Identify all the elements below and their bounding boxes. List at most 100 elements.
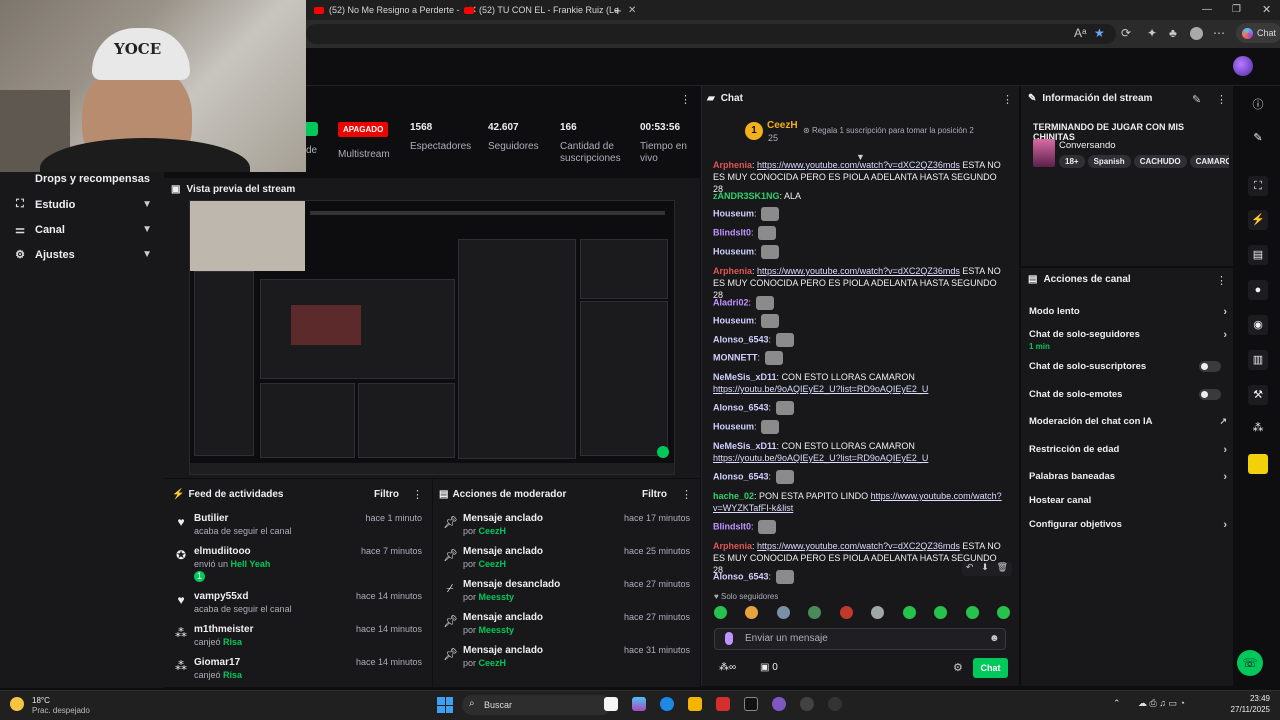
chat-username[interactable]: Houseum [713, 208, 754, 218]
filter-button[interactable]: Filtro [642, 489, 667, 500]
chat-message[interactable]: Alonso_6543: [713, 401, 1003, 415]
chat-username[interactable]: NeMeSis_xD11 [713, 441, 777, 451]
clock-date[interactable]: 27/11/2025 [1222, 705, 1270, 714]
points-icon[interactable]: ⁂ [1249, 421, 1267, 434]
cat-emote-icon[interactable] [775, 401, 794, 415]
emote-icon[interactable] [776, 606, 790, 619]
chat-menu-icon[interactable]: ⋮ [1002, 93, 1013, 106]
stream-category[interactable]: Conversando [1059, 140, 1116, 151]
chat-link[interactable]: https://www.youtube.com/watch?v=dXC2QZ36… [757, 266, 960, 276]
favorite-star-icon[interactable]: ★ [1094, 26, 1105, 40]
edit-icon[interactable]: ✎ [1249, 131, 1267, 144]
tag-badge[interactable]: Spanish [1087, 155, 1131, 168]
obs-icon[interactable] [800, 697, 814, 711]
activity-user[interactable]: Butilier [194, 513, 228, 524]
copilot-chat-button[interactable]: Chat [1236, 23, 1280, 43]
sidebar-item-estudio[interactable]: ⛶ Estudio ▼ [14, 198, 152, 211]
chat-username[interactable]: NeMeSis_xD11 [713, 372, 777, 382]
chat-message[interactable]: Blindslt0: [713, 520, 1003, 534]
activity-user[interactable]: vampy55xd [194, 591, 248, 602]
chat-message[interactable]: Aladri02: [713, 296, 1003, 310]
action-followers-only[interactable]: Chat de solo-seguidores 1 min › [1029, 329, 1227, 351]
toggle-switch[interactable] [1199, 389, 1221, 400]
cat-emote-icon[interactable] [775, 570, 794, 584]
category-box-art[interactable] [1033, 139, 1055, 167]
url-field[interactable] [306, 24, 1116, 44]
cat-emote-icon[interactable] [755, 296, 774, 310]
tag-badge[interactable]: CACHUDO [1133, 155, 1187, 168]
profile-icon[interactable] [1190, 27, 1203, 40]
new-tab-button[interactable]: + [606, 0, 630, 20]
app-dark-icon[interactable] [744, 697, 758, 711]
chat-username[interactable]: Arphenia [713, 266, 752, 276]
chat-username[interactable]: hache_02 [713, 491, 754, 501]
chat-username[interactable]: Arphenia [713, 541, 752, 551]
bolt-icon[interactable]: ⚡ [1248, 210, 1268, 230]
info-icon[interactable]: ⓘ [1249, 96, 1267, 112]
reply-icon[interactable]: ↶ [966, 562, 974, 576]
tag-badge[interactable]: 18+ [1059, 155, 1085, 168]
chat-message[interactable]: Houseum: [713, 245, 1003, 259]
taskbar-search-input[interactable]: ⌕ Buscar [462, 695, 612, 715]
clip-icon[interactable]: ⛶ [1248, 176, 1268, 196]
chat-message[interactable]: Houseum: [713, 314, 1003, 328]
chat-username[interactable]: Alonso_6543 [713, 471, 769, 481]
chat-settings-gear-icon[interactable]: ⚙ [953, 661, 963, 674]
gift-prompt[interactable]: ⊛ Regala 1 suscripción para tomar la pos… [803, 126, 974, 135]
cat-emote-icon[interactable] [758, 226, 777, 240]
chat-username[interactable]: Aladri02 [713, 297, 749, 307]
weather-sun-icon[interactable] [10, 697, 24, 711]
mod-user[interactable]: Meessty [479, 625, 515, 635]
chat-username[interactable]: Houseum [713, 246, 754, 256]
more-icon[interactable]: ⋮ [681, 488, 692, 501]
chat-message[interactable]: zANDR3SK1NG: ALA [713, 190, 1003, 202]
action-ai-moderation[interactable]: Moderación del chat con IA ↗ [1029, 416, 1227, 427]
mod-user[interactable]: CeezH [479, 526, 507, 536]
more-icon[interactable]: ⋮ [412, 488, 423, 501]
chat-username[interactable]: Blindslt0 [713, 521, 751, 531]
cat-emote-icon[interactable] [761, 420, 780, 434]
weather-temp[interactable]: 18°C [32, 696, 50, 705]
app-circle-icon[interactable] [828, 697, 842, 711]
chat-message[interactable]: Blindslt0: [713, 226, 1003, 240]
extension-highlight-icon[interactable] [1248, 454, 1268, 474]
window-close-icon[interactable]: ✕ [1262, 3, 1271, 16]
minimize-icon[interactable]: — [1202, 4, 1212, 15]
chat-message[interactable]: NeMeSis_xD11: CON ESTO LLORAS CAMARON ht… [713, 371, 1003, 395]
mic-icon[interactable] [725, 632, 733, 645]
more-icon[interactable]: ⋮ [1216, 93, 1227, 106]
emote-icon[interactable] [965, 606, 979, 619]
app-red-icon[interactable] [716, 697, 730, 711]
chat-send-button[interactable]: Chat [973, 658, 1008, 678]
chat-username[interactable]: zANDR3SK1NG [713, 191, 780, 201]
cat-emote-icon[interactable] [764, 351, 783, 365]
multistream-stat[interactable]: APAGADO Multistream [338, 112, 390, 161]
cat-emote-icon[interactable] [758, 520, 777, 534]
chat-username[interactable]: Blindslt0 [713, 227, 751, 237]
more-icon[interactable]: ⋮ [1216, 274, 1227, 287]
document-icon[interactable]: ▤ [1248, 245, 1268, 265]
emote-icon[interactable] [808, 606, 822, 619]
mod-user[interactable]: Meessty [479, 592, 515, 602]
delete-icon[interactable]: 🗑︎ [997, 562, 1008, 576]
top-gifter-name[interactable]: CeezH [767, 120, 798, 131]
discord-icon[interactable] [772, 697, 786, 711]
action-slow-mode[interactable]: Modo lento › [1029, 306, 1227, 318]
cat-emote-icon[interactable] [761, 207, 780, 221]
pin-message-icon[interactable]: ⬇ [981, 562, 989, 576]
copilot-app-icon[interactable] [632, 697, 646, 711]
filter-button[interactable]: Filtro [374, 489, 399, 500]
sidebar-item-canal[interactable]: ⚌ Canal ▼ [14, 223, 152, 237]
chat-username[interactable]: MONNETT [713, 352, 758, 362]
action-age-restriction[interactable]: Restricción de edad › [1029, 444, 1227, 456]
avatar[interactable] [1233, 56, 1253, 76]
chat-link[interactable]: https://www.youtube.com/watch?v=dXC2QZ36… [757, 160, 960, 170]
chat-message[interactable]: MONNETT: [713, 351, 1003, 365]
points-balance[interactable]: ▣ 0 [760, 662, 778, 673]
mod-user[interactable]: CeezH [479, 658, 507, 668]
action-banned-words[interactable]: Palabras baneadas › [1029, 471, 1227, 483]
chat-message[interactable]: Alonso_6543: [713, 470, 1003, 484]
sidebar-item-drops[interactable]: Drops y recompensas [14, 173, 152, 185]
cat-emote-icon[interactable] [775, 333, 794, 347]
action-host-channel[interactable]: Hostear canal [1029, 495, 1227, 506]
